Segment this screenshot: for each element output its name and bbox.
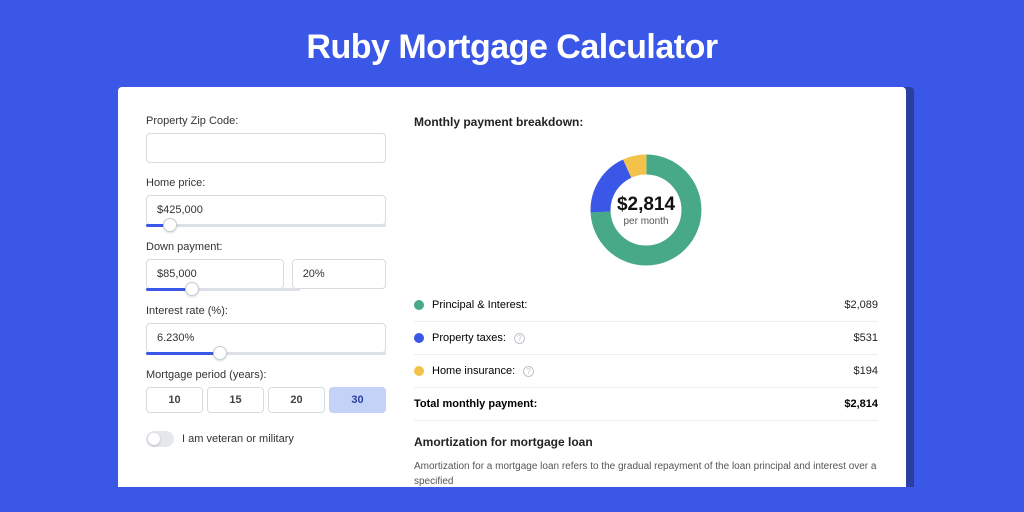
legend-label: Home insurance: [432, 365, 515, 377]
total-row: Total monthly payment: $2,814 [414, 388, 878, 421]
period-label: Mortgage period (years): [146, 369, 386, 381]
info-icon[interactable]: ? [523, 366, 534, 377]
zip-field: Property Zip Code: [146, 115, 386, 163]
legend-value: $2,089 [844, 299, 878, 311]
dot-blue-icon [414, 333, 424, 343]
legend-taxes: Property taxes: ? $531 [414, 322, 878, 355]
price-field: Home price: [146, 177, 386, 227]
down-slider-thumb[interactable] [185, 282, 199, 296]
legend-label: Property taxes: [432, 332, 506, 344]
donut-value: $2,814 [617, 194, 675, 216]
dot-green-icon [414, 300, 424, 310]
zip-label: Property Zip Code: [146, 115, 386, 127]
form-panel: Property Zip Code: Home price: Down paym… [146, 115, 386, 487]
toggle-knob [148, 433, 160, 445]
donut-chart: $2,814 per month [414, 135, 878, 285]
zip-input[interactable] [146, 133, 386, 163]
price-input[interactable] [146, 195, 386, 225]
total-label: Total monthly payment: [414, 398, 537, 410]
period-10[interactable]: 10 [146, 387, 203, 413]
page-title: Ruby Mortgage Calculator [0, 0, 1024, 87]
rate-slider-thumb[interactable] [213, 346, 227, 360]
period-20[interactable]: 20 [268, 387, 325, 413]
amort-title: Amortization for mortgage loan [414, 435, 878, 449]
breakdown-title: Monthly payment breakdown: [414, 115, 878, 129]
legend-value: $194 [854, 365, 878, 377]
legend-insurance: Home insurance: ? $194 [414, 355, 878, 388]
rate-input[interactable] [146, 323, 386, 353]
period-30[interactable]: 30 [329, 387, 386, 413]
price-label: Home price: [146, 177, 386, 189]
down-field: Down payment: [146, 241, 386, 291]
rate-slider[interactable] [146, 352, 386, 355]
total-value: $2,814 [844, 398, 878, 410]
price-slider[interactable] [146, 224, 386, 227]
down-label: Down payment: [146, 241, 386, 253]
veteran-row: I am veteran or military [146, 431, 386, 447]
donut-center: $2,814 per month [617, 194, 675, 227]
breakdown-panel: Monthly payment breakdown: $2,814 per mo… [414, 115, 878, 487]
legend-value: $531 [854, 332, 878, 344]
legend-label: Principal & Interest: [432, 299, 527, 311]
rate-label: Interest rate (%): [146, 305, 386, 317]
veteran-label: I am veteran or military [182, 433, 294, 445]
calculator-card: Property Zip Code: Home price: Down paym… [118, 87, 906, 487]
legend-principal: Principal & Interest: $2,089 [414, 289, 878, 322]
price-slider-thumb[interactable] [163, 218, 177, 232]
donut-sub: per month [617, 216, 675, 227]
period-15[interactable]: 15 [207, 387, 264, 413]
amort-text: Amortization for a mortgage loan refers … [414, 459, 878, 487]
down-slider[interactable] [146, 288, 300, 291]
rate-field: Interest rate (%): [146, 305, 386, 355]
dot-yellow-icon [414, 366, 424, 376]
period-field: Mortgage period (years): 10 15 20 30 [146, 369, 386, 413]
down-pct-input[interactable] [292, 259, 386, 289]
veteran-toggle[interactable] [146, 431, 174, 447]
info-icon[interactable]: ? [514, 333, 525, 344]
down-amount-input[interactable] [146, 259, 284, 289]
